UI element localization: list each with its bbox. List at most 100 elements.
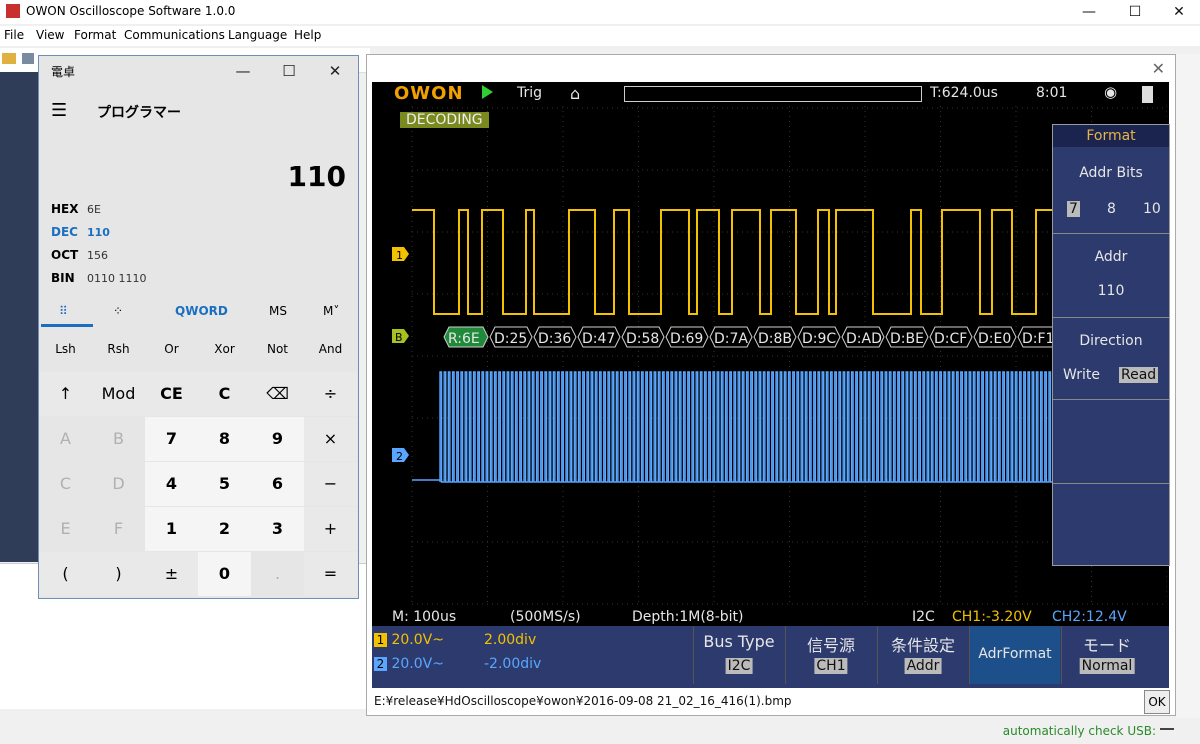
menu-help[interactable]: Help [294,28,321,42]
function-key-row: Lsh Rsh Or Xor Not And [39,336,358,372]
direction-write-option[interactable]: Write [1063,367,1100,383]
nine-key[interactable]: 9 [251,417,304,461]
ch2-trigger-level: CH2:12.4V [1052,609,1127,625]
radix-hex-label[interactable]: HEX [51,202,79,216]
two-key[interactable]: 2 [198,507,251,551]
plus-key[interactable]: + [304,507,357,551]
hamburger-menu-icon[interactable]: ☰ [51,100,67,121]
three-key[interactable]: 3 [251,507,304,551]
radix-bin-label[interactable]: BIN [51,271,75,285]
calc-minimize-button[interactable]: — [221,56,265,86]
addr-value[interactable]: 110 [1053,283,1169,299]
zero-key[interactable]: 0 [198,552,251,596]
decode-label: D:9C [797,326,841,348]
minimize-button[interactable]: — [1066,0,1112,24]
hex-b-key[interactable]: B [92,417,145,461]
direction-read-option[interactable]: Read [1119,367,1159,383]
word-size-tab[interactable]: QWORD [175,304,228,318]
shift-key[interactable]: ↑ [39,372,92,416]
wifi-icon: ◉ [1104,83,1118,101]
negate-key[interactable]: ± [145,552,198,596]
rsh-key[interactable]: Rsh [92,342,145,356]
minus-key[interactable]: − [304,462,357,506]
addr-bits-8-option[interactable]: 8 [1107,201,1116,217]
seven-key[interactable]: 7 [145,417,198,461]
format-panel-divider [1053,233,1169,234]
five-key[interactable]: 5 [198,462,251,506]
six-key[interactable]: 6 [251,462,304,506]
xor-key[interactable]: Xor [198,342,251,356]
grid-background [392,106,1167,606]
decode-label-text: D:7A [714,331,748,347]
bus-type-button[interactable]: Bus Type I2C [693,626,784,684]
ok-button[interactable]: OK [1144,690,1170,714]
open-folder-icon[interactable] [2,53,16,64]
menu-format[interactable]: Format [74,28,116,42]
addr-bits-7-option[interactable]: 7 [1067,201,1080,217]
hex-d-key[interactable]: D [92,462,145,506]
usb-status-text: automatically check USB: [1002,724,1156,738]
decode-label: D:25 [489,326,533,348]
mod-key[interactable]: Mod [92,372,145,416]
mode-button[interactable]: モード Normal [1061,626,1152,684]
divide-key[interactable]: ÷ [304,372,357,416]
hex-e-key[interactable]: E [39,507,92,551]
clear-entry-key[interactable]: CE [145,372,198,416]
keypad-tab-icon[interactable]: ⠿ [59,304,68,318]
decimal-key[interactable]: . [251,552,304,596]
close-button[interactable]: ✕ [1156,0,1200,24]
memory-list-tab[interactable]: M˅ [323,304,339,318]
close-paren-key[interactable]: ) [92,552,145,596]
one-key[interactable]: 1 [145,507,198,551]
active-tab-underline [41,324,93,327]
four-key[interactable]: 4 [145,462,198,506]
not-key[interactable]: Not [251,342,304,356]
memory-store-tab[interactable]: MS [269,304,287,318]
ch1-volts: 20.0V~ [391,632,444,648]
maximize-button[interactable]: ☐ [1112,0,1158,24]
decode-label: R:6E [443,326,489,348]
decode-label-text: D:E0 [978,331,1011,347]
or-key[interactable]: Or [145,342,198,356]
ch2-badge: 2 [374,657,387,671]
decode-label: D:58 [621,326,665,348]
decode-label: D:36 [533,326,577,348]
addr-bits-10-option[interactable]: 10 [1143,201,1161,217]
bus-type-label: Bus Type [703,632,775,651]
backspace-key[interactable]: ⌫ [251,372,304,416]
ch2-volts: 20.0V~ [391,656,444,672]
radix-dec-label[interactable]: DEC [51,225,78,239]
calc-close-button[interactable]: ✕ [313,56,357,86]
decode-label-text: D:25 [494,331,527,347]
print-icon[interactable] [22,53,34,64]
calc-maximize-button[interactable]: ☐ [267,56,311,86]
lsh-key[interactable]: Lsh [39,342,92,356]
condition-setting-button[interactable]: 条件設定 Addr [877,626,968,684]
addr-bits-label: Addr Bits [1079,165,1143,181]
clear-key[interactable]: C [198,372,251,416]
signal-source-button[interactable]: 信号源 CH1 [785,626,876,684]
scope-window-close-button[interactable]: ✕ [1152,59,1165,78]
eight-key[interactable]: 8 [198,417,251,461]
trigger-time: T:624.0us [930,85,998,101]
decode-label-text: D:47 [582,331,615,347]
waveform-grid: R:6E D:25 D:36 D:47 D:58 D:69 D:7A D:8B D:9C D:AD… [392,106,1167,606]
hex-a-key[interactable]: A [39,417,92,461]
hex-f-key[interactable]: F [92,507,145,551]
ch2-settings: 2 20.0V~ -2.00div [374,656,541,672]
menu-language[interactable]: Language [228,28,287,42]
multiply-key[interactable]: × [304,417,357,461]
sample-rate: (500MS/s) [510,609,581,625]
bit-toggle-tab-icon[interactable]: ⁘ [113,304,123,318]
hex-c-key[interactable]: C [39,462,92,506]
radix-oct-label[interactable]: OCT [51,248,78,262]
and-key[interactable]: And [304,342,357,356]
menu-file[interactable]: File [4,28,24,42]
adr-format-label: AdrFormat [978,646,1052,662]
menu-communications[interactable]: Communications [124,28,225,42]
open-paren-key[interactable]: ( [39,552,92,596]
equals-key[interactable]: = [304,552,357,596]
run-icon [482,85,493,99]
menu-view[interactable]: View [36,28,64,42]
adr-format-button[interactable]: AdrFormat [969,626,1060,684]
